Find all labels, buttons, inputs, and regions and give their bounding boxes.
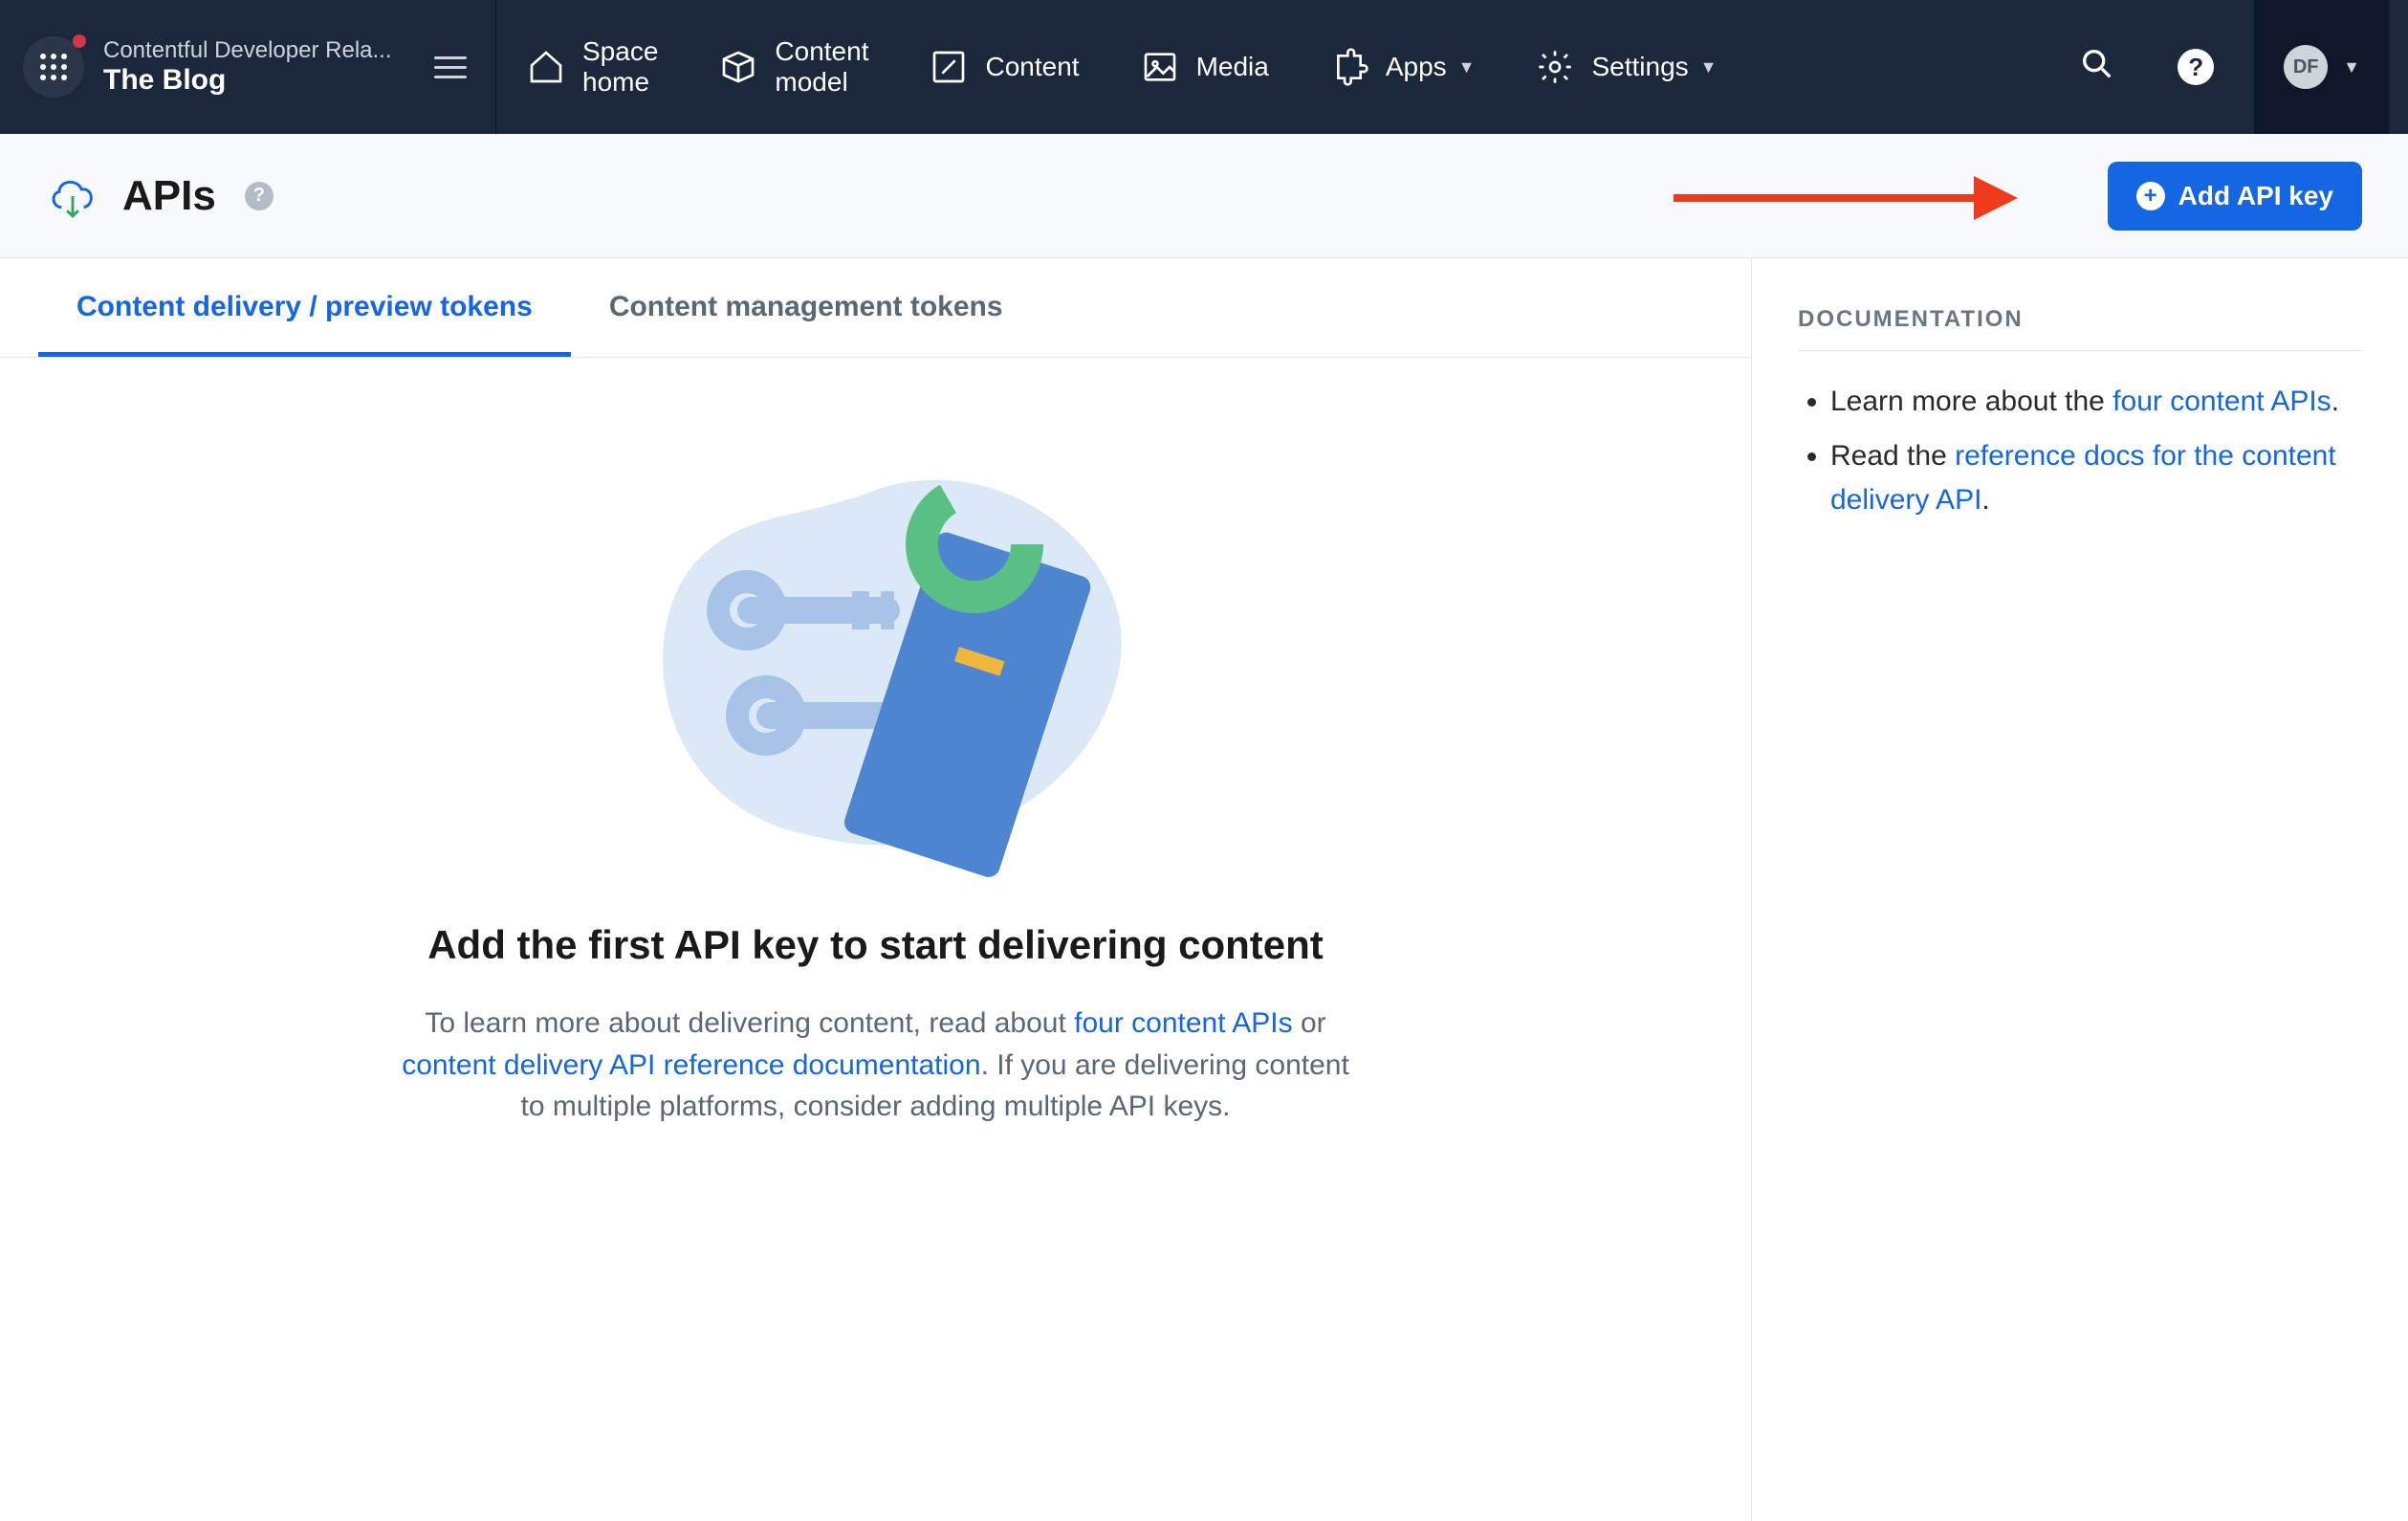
page-title: APIs — [122, 172, 216, 220]
search-icon — [2078, 45, 2116, 83]
top-nav: Contentful Developer Rela... The Blog Sp… — [0, 0, 2408, 134]
main-layout: Content delivery / preview tokens Conten… — [0, 258, 2408, 1521]
page-header: APIs ? + Add API key — [0, 134, 2408, 258]
nav-apps[interactable]: Apps ▼ — [1300, 0, 1506, 134]
sidebar-heading: DOCUMENTATION — [1798, 306, 2362, 351]
page-help-icon[interactable]: ? — [245, 182, 274, 210]
avatar: DF — [2284, 45, 2328, 89]
app-launcher-button[interactable] — [23, 36, 84, 98]
nav-label: Media — [1196, 52, 1269, 82]
nav-label: Content — [775, 36, 868, 67]
nav-content-model[interactable]: Content model — [689, 0, 899, 134]
tab-delivery-tokens[interactable]: Content delivery / preview tokens — [38, 258, 571, 357]
nav-settings[interactable]: Settings ▼ — [1505, 0, 1747, 134]
chevron-down-icon: ▼ — [1458, 57, 1476, 77]
hamburger-menu-icon[interactable] — [434, 50, 467, 85]
nav-label: Settings — [1591, 52, 1688, 82]
notification-badge — [73, 34, 86, 48]
nav-content[interactable]: Content — [899, 0, 1109, 134]
nav-label: Apps — [1386, 52, 1447, 82]
space-selector[interactable]: Contentful Developer Rela... The Blog — [103, 37, 419, 97]
empty-heading: Add the first API key to start deliverin… — [398, 922, 1354, 968]
search-button[interactable] — [2047, 45, 2147, 90]
content-area: Content delivery / preview tokens Conten… — [0, 258, 1752, 1521]
tab-management-tokens[interactable]: Content management tokens — [571, 258, 1041, 357]
image-icon — [1141, 48, 1179, 86]
gear-icon — [1536, 48, 1574, 86]
edit-icon — [930, 48, 968, 86]
apps-grid-icon — [40, 54, 67, 80]
user-menu[interactable]: DF ▼ — [2254, 0, 2389, 134]
list-item: Read the reference docs for the content … — [1830, 434, 2362, 523]
empty-state: Add the first API key to start deliverin… — [360, 406, 1392, 1128]
nav-label: home — [582, 67, 658, 98]
primary-nav: Space home Content model Content Media A… — [496, 0, 1747, 134]
chevron-down-icon: ▼ — [2343, 57, 2360, 77]
list-item: Learn more about the four content APIs. — [1830, 380, 2362, 425]
link-four-content-apis[interactable]: four content APIs — [1074, 1007, 1292, 1039]
callout-arrow — [1674, 189, 2018, 207]
org-name: Contentful Developer Rela... — [103, 37, 419, 64]
chevron-down-icon: ▼ — [1700, 57, 1718, 77]
puzzle-icon — [1330, 48, 1368, 86]
link-four-content-apis[interactable]: four content APIs — [2112, 386, 2331, 417]
tabs: Content delivery / preview tokens Conten… — [0, 258, 1751, 358]
box-icon — [719, 48, 757, 86]
page-title-group: APIs ? — [46, 169, 274, 223]
empty-description: To learn more about delivering content, … — [398, 1003, 1354, 1128]
documentation-sidebar: DOCUMENTATION Learn more about the four … — [1752, 258, 2408, 1521]
plus-circle-icon: + — [2136, 182, 2165, 210]
nav-label: Space — [582, 36, 658, 67]
nav-label: Content — [985, 52, 1079, 82]
keys-illustration — [594, 406, 1158, 893]
help-button[interactable]: ? — [2147, 49, 2244, 85]
nav-media[interactable]: Media — [1110, 0, 1300, 134]
button-label: Add API key — [2178, 181, 2333, 211]
help-icon: ? — [2178, 49, 2214, 85]
space-name: The Blog — [103, 64, 419, 97]
home-icon — [527, 48, 565, 86]
add-api-key-button[interactable]: + Add API key — [2108, 162, 2362, 231]
link-delivery-api-docs[interactable]: content delivery API reference documenta… — [402, 1049, 980, 1081]
doc-links-list: Learn more about the four content APIs. … — [1798, 380, 2362, 523]
nav-space-home[interactable]: Space home — [496, 0, 689, 134]
nav-label: model — [775, 67, 868, 98]
api-cloud-icon — [46, 169, 99, 223]
